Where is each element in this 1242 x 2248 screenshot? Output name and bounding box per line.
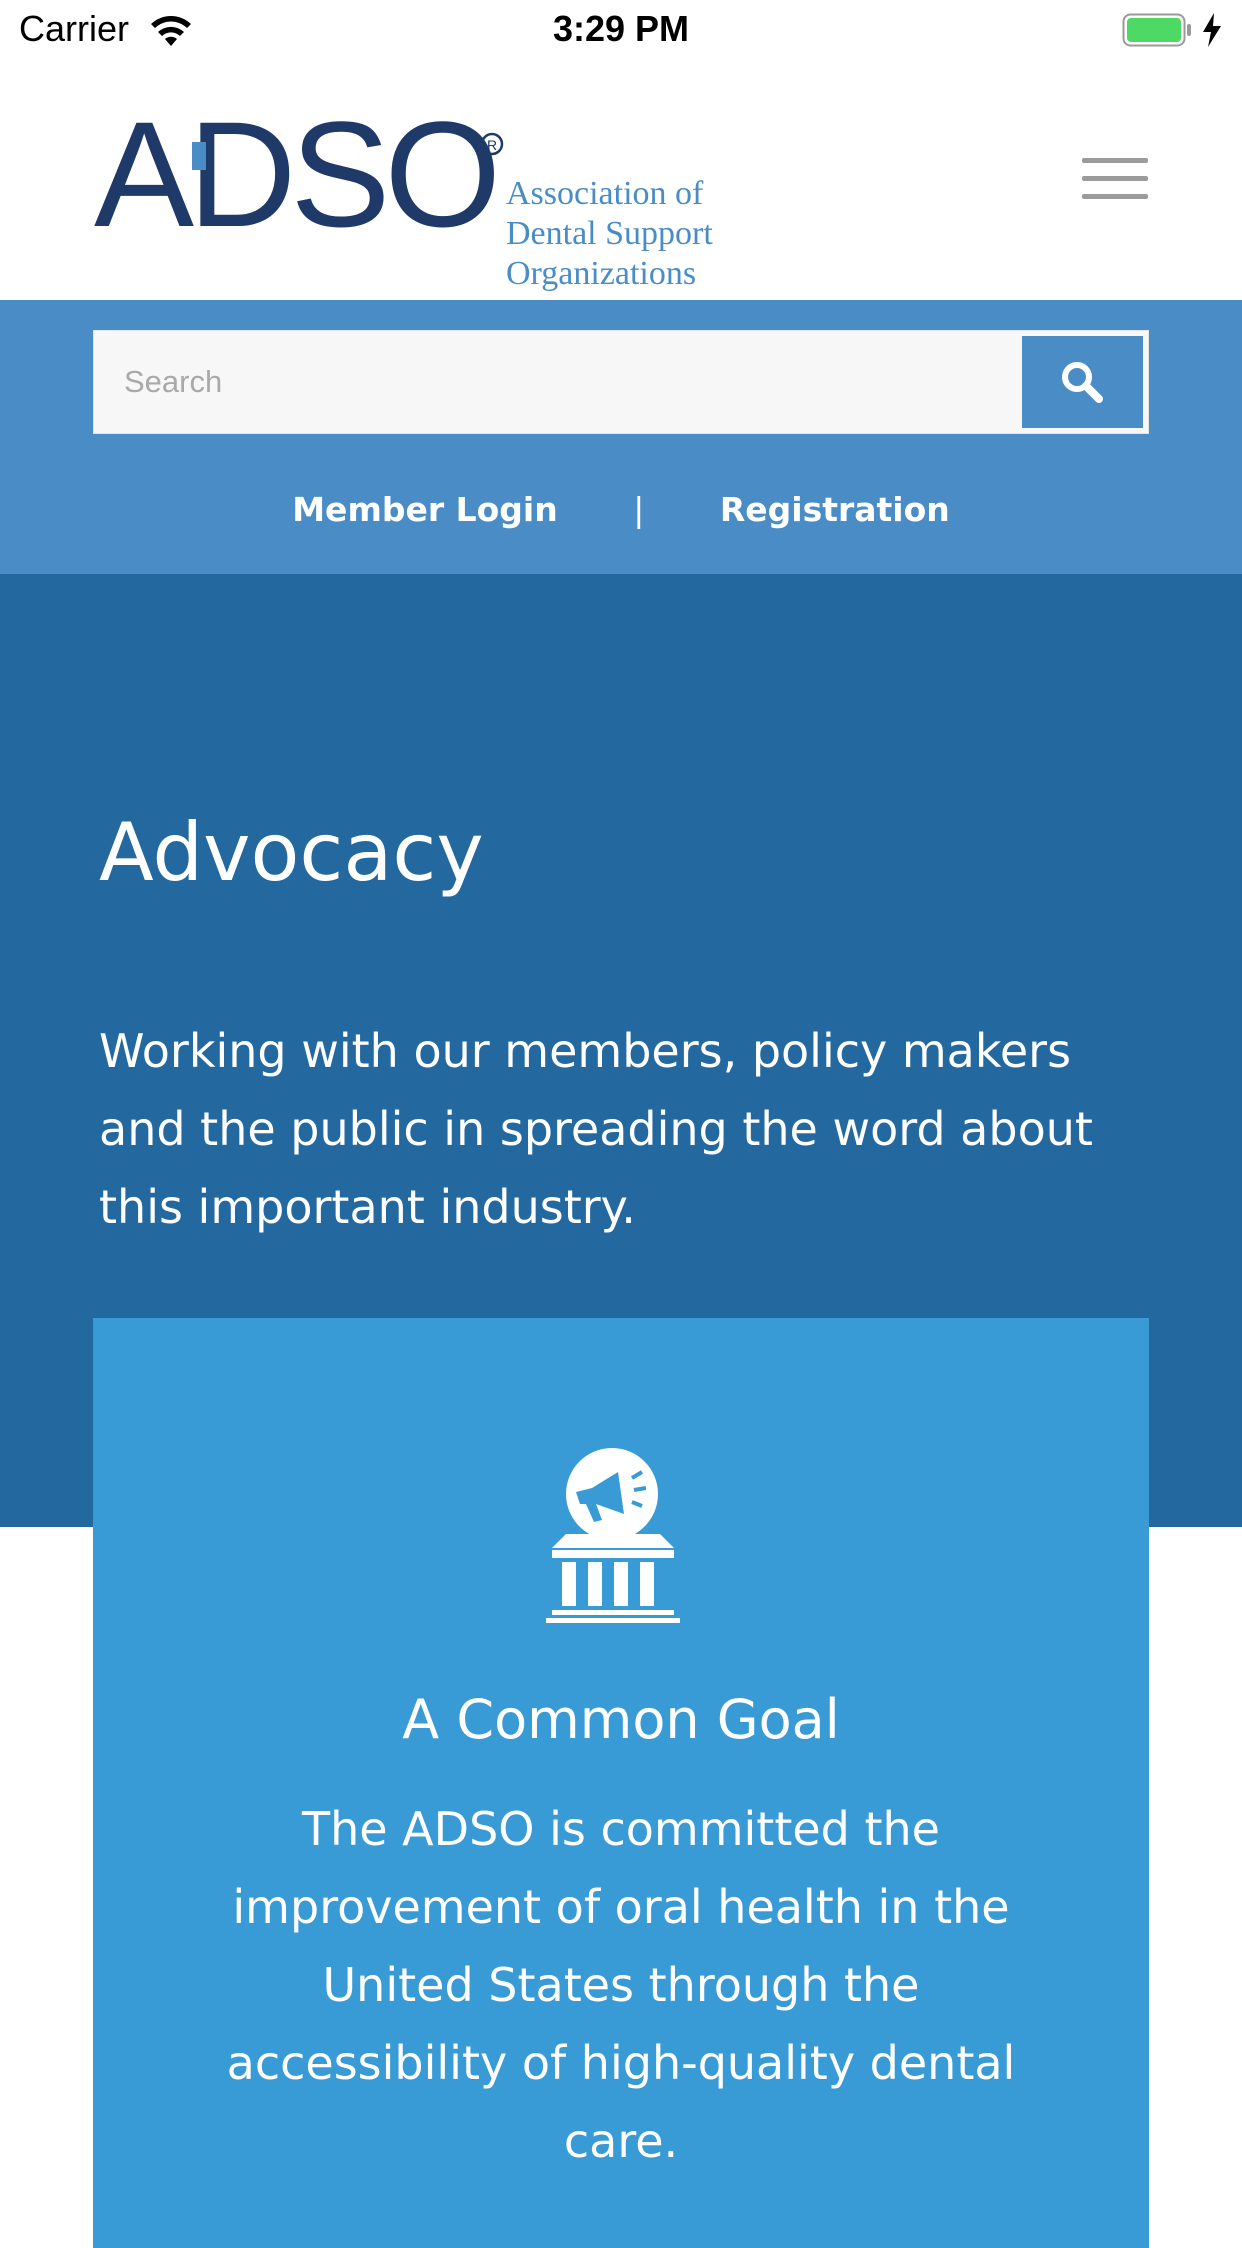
page-title: Advocacy [99, 806, 484, 899]
adso-logo[interactable]: ADSO R Association of Dental Support Org… [94, 114, 734, 314]
battery-icon [1122, 13, 1191, 47]
search-button[interactable] [1022, 336, 1143, 428]
card-description: The ADSO is committed the improvement of… [226, 1802, 1016, 2168]
megaphone-government-building-icon [546, 1448, 680, 1623]
search-box [93, 330, 1149, 434]
hamburger-icon[interactable] [1082, 154, 1148, 204]
common-goal-card: A Common Goal The ADSO is committed the … [93, 1318, 1149, 2248]
status-bar: Carrier 3:29 PM [0, 0, 1242, 62]
member-login-link[interactable]: Member Login [292, 490, 558, 529]
svg-text:Association of: Association of [506, 175, 704, 212]
search-band: Member Login | Registration [0, 300, 1242, 574]
svg-text:Organizations: Organizations [506, 255, 696, 292]
clock: 3:29 PM [552, 8, 690, 49]
search-icon [1062, 362, 1103, 403]
registration-link[interactable]: Registration [720, 490, 950, 529]
account-links: Member Login | Registration [0, 490, 1242, 529]
hero-description: Working with our members, policy makers … [99, 1024, 1093, 1234]
search-input[interactable] [94, 331, 1019, 433]
charging-bolt-icon [1203, 13, 1221, 47]
svg-text:R: R [487, 137, 497, 153]
svg-text:Dental Support: Dental Support [506, 215, 713, 252]
site-header: ADSO R Association of Dental Support Org… [0, 62, 1242, 300]
svg-text:ADSO: ADSO [94, 114, 495, 258]
card-title: A Common Goal [402, 1688, 840, 1751]
link-separator: | [633, 490, 645, 529]
